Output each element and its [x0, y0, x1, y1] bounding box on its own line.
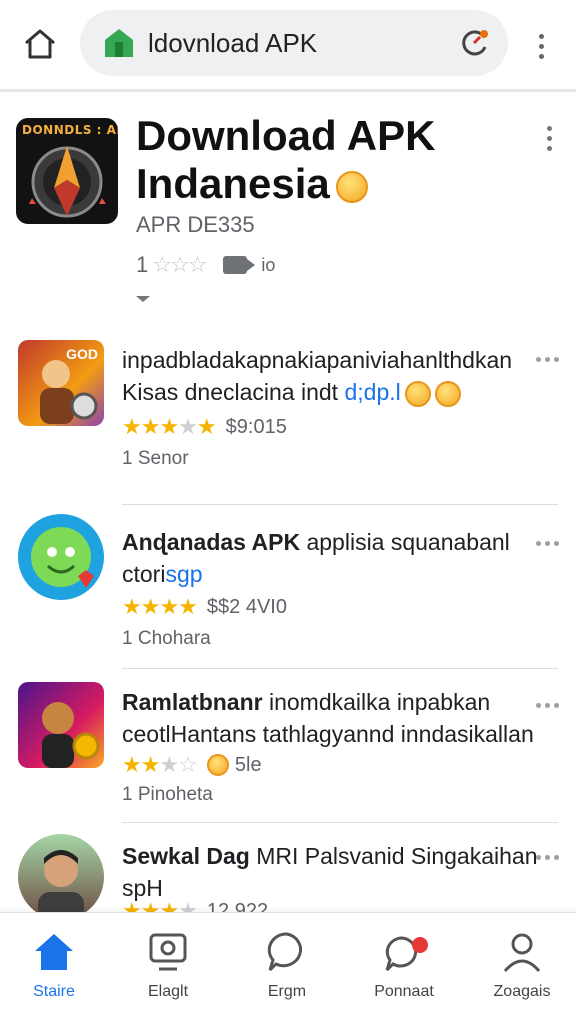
nav-item-zoagais[interactable]: Zoagais	[472, 923, 572, 1015]
list-item-title-link[interactable]: sgp	[165, 561, 202, 587]
list-item-title-bold: Ramlatbnanr	[122, 689, 263, 715]
url-text: ldovnload APK	[148, 28, 318, 58]
app-icon-label: DONNDLS : APK	[22, 123, 118, 137]
list-item-title: Anɖanadas APK applisia squanabanl ctoris…	[122, 526, 540, 590]
smile-emoji-icon	[335, 170, 368, 203]
app-more-icon[interactable]	[542, 126, 556, 156]
nav-label: Staire	[33, 983, 75, 1000]
list-item[interactable]: Anɖanadas APK applisia squanabanl ctoris…	[0, 508, 576, 670]
app-meta-row: 1 ☆☆☆ io	[136, 252, 275, 278]
list-item-rating: ★★★★★ $9:015	[122, 414, 287, 440]
list-item-title-bold: Sewkal Dag	[122, 843, 250, 869]
nav-item-staire[interactable]: Staire	[4, 923, 104, 1015]
site-shield-icon	[102, 26, 136, 60]
list-item-more-icon[interactable]	[536, 538, 560, 548]
list-item-more-icon[interactable]	[536, 354, 560, 364]
app-developer: APR DE335	[136, 212, 255, 237]
nav-item-ponnaat[interactable]: Ponnaat	[354, 923, 454, 1015]
list-item-thumbnail	[18, 834, 104, 912]
nav-label: Zoagais	[493, 983, 551, 1000]
list-item[interactable]: GOD inpadbladakapnakiapaniviahanlthdkan …	[0, 336, 576, 506]
home-icon	[35, 934, 73, 970]
divider	[122, 668, 558, 669]
nav-label: Ergm	[267, 983, 307, 1000]
divider	[122, 822, 558, 823]
app-title: Download APK Indanesia	[136, 112, 516, 208]
list-item-more-icon[interactable]	[536, 852, 560, 862]
list-item-price: 12.922	[206, 899, 269, 913]
list-item-title-link[interactable]: d;dp.l	[344, 379, 400, 405]
home-icon[interactable]	[20, 24, 60, 64]
list-item-more-icon[interactable]	[536, 700, 560, 710]
chat-bubble-icon	[267, 932, 303, 972]
nav-item-elaglt[interactable]: Elaglt	[118, 923, 218, 1015]
thumb-label: GOD	[66, 346, 98, 362]
notification-badge	[412, 937, 428, 953]
list-item[interactable]: Ramlatbnanr inomdkailka inpabkan ceotlHa…	[0, 672, 576, 823]
list-item-title: Ramlatbnanr inomdkailka inpabkan ceotlHa…	[122, 686, 540, 750]
app-header: DONNDLS : APK Download APK Indanesia APR…	[0, 96, 576, 326]
list-item-subtitle: 1 Senor	[122, 448, 189, 469]
rating-stars-icon: ★★★★	[122, 898, 198, 912]
list-item-thumbnail	[18, 682, 104, 768]
smile-emoji-icon	[404, 380, 431, 407]
list-item-subtitle: 1 Pinoheta	[122, 784, 213, 805]
reload-icon[interactable]	[456, 25, 492, 61]
app-title-line2: Indanesia	[136, 160, 330, 207]
list-item-thumbnail	[18, 514, 104, 600]
app-title-line1: Download APK	[136, 112, 436, 159]
list-item-rating: ★★★★ $$2 4VI0	[122, 594, 287, 620]
rating-stars-icon: ★★★☆	[122, 752, 198, 777]
rating-stars-icon: ★★★★	[122, 594, 198, 619]
list-item-title: Sewkal Dag MRI Palsvanid Singakaihan spH	[122, 840, 540, 904]
nav-label: Elaglt	[147, 983, 189, 1000]
list-item-thumbnail: GOD	[18, 340, 104, 426]
rating-stars-icon: ★★★★★	[122, 414, 217, 439]
browser-menu-icon[interactable]	[526, 26, 556, 66]
bottom-navigation: Staire Elaglt Ergm Ponnaat Zoagais	[0, 912, 576, 1024]
list-item-subtitle: 1 Chohara	[122, 628, 211, 649]
coin-icon	[206, 754, 229, 776]
smile-emoji-icon	[434, 380, 461, 407]
info-text: io	[261, 254, 276, 275]
browser-toolbar: ldovnload APK	[0, 0, 576, 92]
list-item-price: 5le	[234, 753, 262, 776]
list-item-price: $$2 4VI0	[206, 595, 287, 618]
list-item-rating: ★★★★ 12.922	[122, 898, 268, 912]
tag-icon	[223, 256, 256, 274]
profile-icon	[503, 933, 541, 973]
divider	[122, 504, 558, 505]
list-item[interactable]: Sewkal Dag MRI Palsvanid Singakaihan spH…	[0, 826, 576, 912]
nav-label: Ponnaat	[374, 983, 434, 1000]
expand-chevron-icon[interactable]	[136, 296, 150, 302]
list-item-title: inpadbladakapnakiapaniviahanlthdkan Kisa…	[122, 344, 540, 408]
list-item-rating: ★★★☆ 5le	[122, 752, 262, 778]
list-item-title-bold: Anɖanadas APK	[122, 529, 301, 555]
app-icon: DONNDLS : APK	[16, 118, 118, 224]
rating-stars-icon: ☆☆☆	[152, 252, 207, 277]
list-item-price: $9:015	[225, 415, 287, 438]
address-bar[interactable]: ldovnload APK	[80, 10, 508, 76]
rating-count: 1	[136, 252, 149, 277]
nav-item-ergm[interactable]: Ergm	[237, 923, 337, 1015]
monitor-icon	[149, 933, 187, 971]
